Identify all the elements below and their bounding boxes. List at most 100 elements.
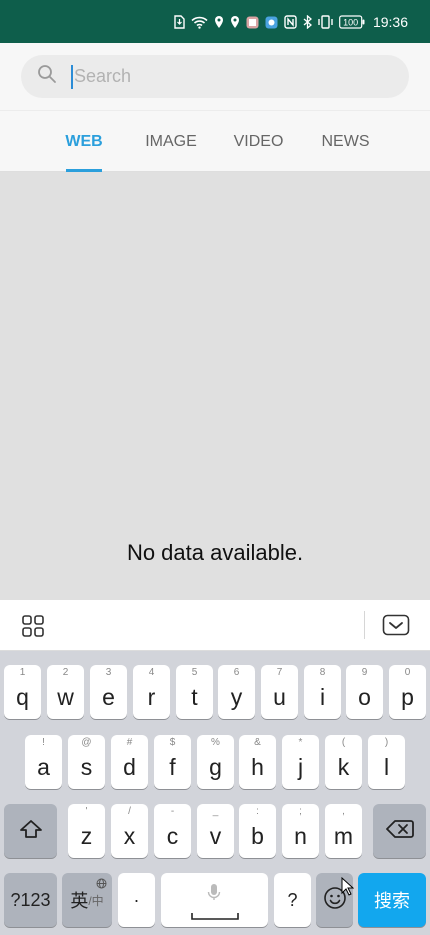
search-icon bbox=[37, 64, 71, 89]
language-switch-key[interactable]: 英/中 bbox=[62, 873, 112, 927]
key-char: x bbox=[123, 822, 136, 849]
mouse-pointer-icon bbox=[341, 876, 355, 902]
key-alt: ! bbox=[42, 737, 45, 748]
app-notification-icon bbox=[265, 16, 278, 29]
key-d[interactable]: # d bbox=[111, 735, 148, 789]
key-l[interactable]: ) l bbox=[368, 735, 405, 789]
key-char: y bbox=[230, 683, 243, 710]
tab-label: IMAGE bbox=[145, 132, 197, 150]
key-char: c bbox=[166, 822, 179, 849]
key-alt: 4 bbox=[148, 667, 155, 678]
key-e[interactable]: 3e bbox=[90, 665, 127, 719]
question-key-label: ? bbox=[287, 889, 298, 910]
clock: 19:36 bbox=[372, 14, 408, 30]
key-char: q bbox=[16, 683, 29, 710]
tab-video[interactable]: VIDEO bbox=[231, 111, 286, 172]
backspace-key[interactable] bbox=[373, 804, 426, 858]
language-secondary: /中 bbox=[88, 893, 104, 908]
key-alt: 1 bbox=[19, 667, 26, 678]
key-char: g bbox=[209, 753, 222, 780]
key-char: u bbox=[273, 683, 286, 710]
location-icon bbox=[214, 15, 224, 29]
key-b[interactable]: :b bbox=[239, 804, 276, 858]
key-alt: 5 bbox=[191, 667, 198, 678]
status-bar: 100 19:36 bbox=[0, 0, 430, 43]
empty-state-message: No data available. bbox=[126, 540, 304, 565]
key-alt: ( bbox=[341, 737, 346, 748]
search-input[interactable] bbox=[74, 66, 374, 87]
tab-web[interactable]: WEB bbox=[65, 111, 103, 172]
key-z[interactable]: ' z bbox=[68, 804, 105, 858]
key-j[interactable]: * j bbox=[282, 735, 319, 789]
key-alt: $ bbox=[169, 737, 176, 748]
key-alt: 7 bbox=[276, 667, 283, 678]
key-q[interactable]: 1q bbox=[4, 665, 41, 719]
key-char: t bbox=[191, 683, 198, 710]
microphone-icon bbox=[207, 883, 221, 906]
globe-icon bbox=[96, 876, 107, 894]
key-f[interactable]: $ f bbox=[154, 735, 191, 789]
key-t[interactable]: 5t bbox=[176, 665, 213, 719]
key-char: h bbox=[251, 753, 264, 780]
space-key[interactable] bbox=[161, 873, 268, 927]
key-w[interactable]: 2w bbox=[47, 665, 84, 719]
shift-key[interactable] bbox=[4, 804, 57, 858]
key-char: f bbox=[169, 753, 176, 780]
key-alt: & bbox=[254, 737, 261, 748]
key-a[interactable]: ! a bbox=[25, 735, 62, 789]
key-char: n bbox=[294, 822, 307, 849]
tab-image[interactable]: IMAGE bbox=[141, 111, 201, 172]
search-key[interactable]: 搜索 bbox=[358, 873, 426, 927]
question-key[interactable]: ? bbox=[274, 873, 311, 927]
language-primary: 英 bbox=[70, 891, 89, 911]
key-alt: 0 bbox=[404, 667, 411, 678]
key-char: a bbox=[37, 753, 50, 780]
search-box[interactable] bbox=[21, 55, 409, 98]
dot-key-label: · bbox=[133, 889, 140, 910]
key-alt: _ bbox=[212, 806, 219, 817]
key-alt: ' bbox=[85, 806, 88, 817]
tab-news[interactable]: NEWS bbox=[318, 111, 373, 172]
wifi-icon bbox=[191, 16, 208, 29]
tab-label: VIDEO bbox=[233, 132, 284, 150]
vibrate-icon bbox=[318, 15, 333, 29]
key-char: e bbox=[102, 683, 115, 710]
key-c[interactable]: -c bbox=[154, 804, 191, 858]
key-alt: # bbox=[126, 737, 133, 748]
bluetooth-icon bbox=[303, 15, 312, 29]
key-s[interactable]: @ s bbox=[68, 735, 105, 789]
tab-label: WEB bbox=[65, 132, 103, 150]
key-o[interactable]: 9o bbox=[346, 665, 383, 719]
key-k[interactable]: (k bbox=[325, 735, 362, 789]
dot-key[interactable]: · bbox=[118, 873, 155, 927]
symbols-key[interactable]: ?123 bbox=[4, 873, 57, 927]
key-v[interactable]: _ v bbox=[197, 804, 234, 858]
key-r[interactable]: 4r bbox=[133, 665, 170, 719]
key-i[interactable]: 8i bbox=[304, 665, 341, 719]
battery-icon: 100 bbox=[339, 15, 365, 29]
key-char: w bbox=[57, 683, 74, 710]
key-char: j bbox=[297, 753, 304, 780]
space-bar-icon bbox=[191, 907, 239, 925]
key-g[interactable]: % g bbox=[197, 735, 234, 789]
key-y[interactable]: 6y bbox=[218, 665, 255, 719]
key-char: k bbox=[337, 753, 350, 780]
keyboard-hide-icon[interactable] bbox=[382, 614, 410, 638]
key-alt: : bbox=[256, 806, 259, 817]
key-p[interactable]: 0p bbox=[389, 665, 426, 719]
grid-icon[interactable] bbox=[22, 615, 44, 637]
key-n[interactable]: ; n bbox=[282, 804, 319, 858]
keyboard-toolbar bbox=[0, 600, 430, 651]
key-alt: % bbox=[211, 737, 220, 748]
key-char: i bbox=[319, 683, 326, 710]
key-x[interactable]: / x bbox=[111, 804, 148, 858]
nfc-icon bbox=[284, 15, 297, 29]
key-char: m bbox=[333, 822, 354, 849]
key-alt: , bbox=[342, 806, 345, 817]
key-alt: 6 bbox=[233, 667, 240, 678]
tab-label: NEWS bbox=[321, 132, 370, 150]
key-u[interactable]: 7u bbox=[261, 665, 298, 719]
key-h[interactable]: & h bbox=[239, 735, 276, 789]
key-m[interactable]: ,m bbox=[325, 804, 362, 858]
tab-bar: WEB IMAGE VIDEO NEWS bbox=[0, 111, 430, 172]
